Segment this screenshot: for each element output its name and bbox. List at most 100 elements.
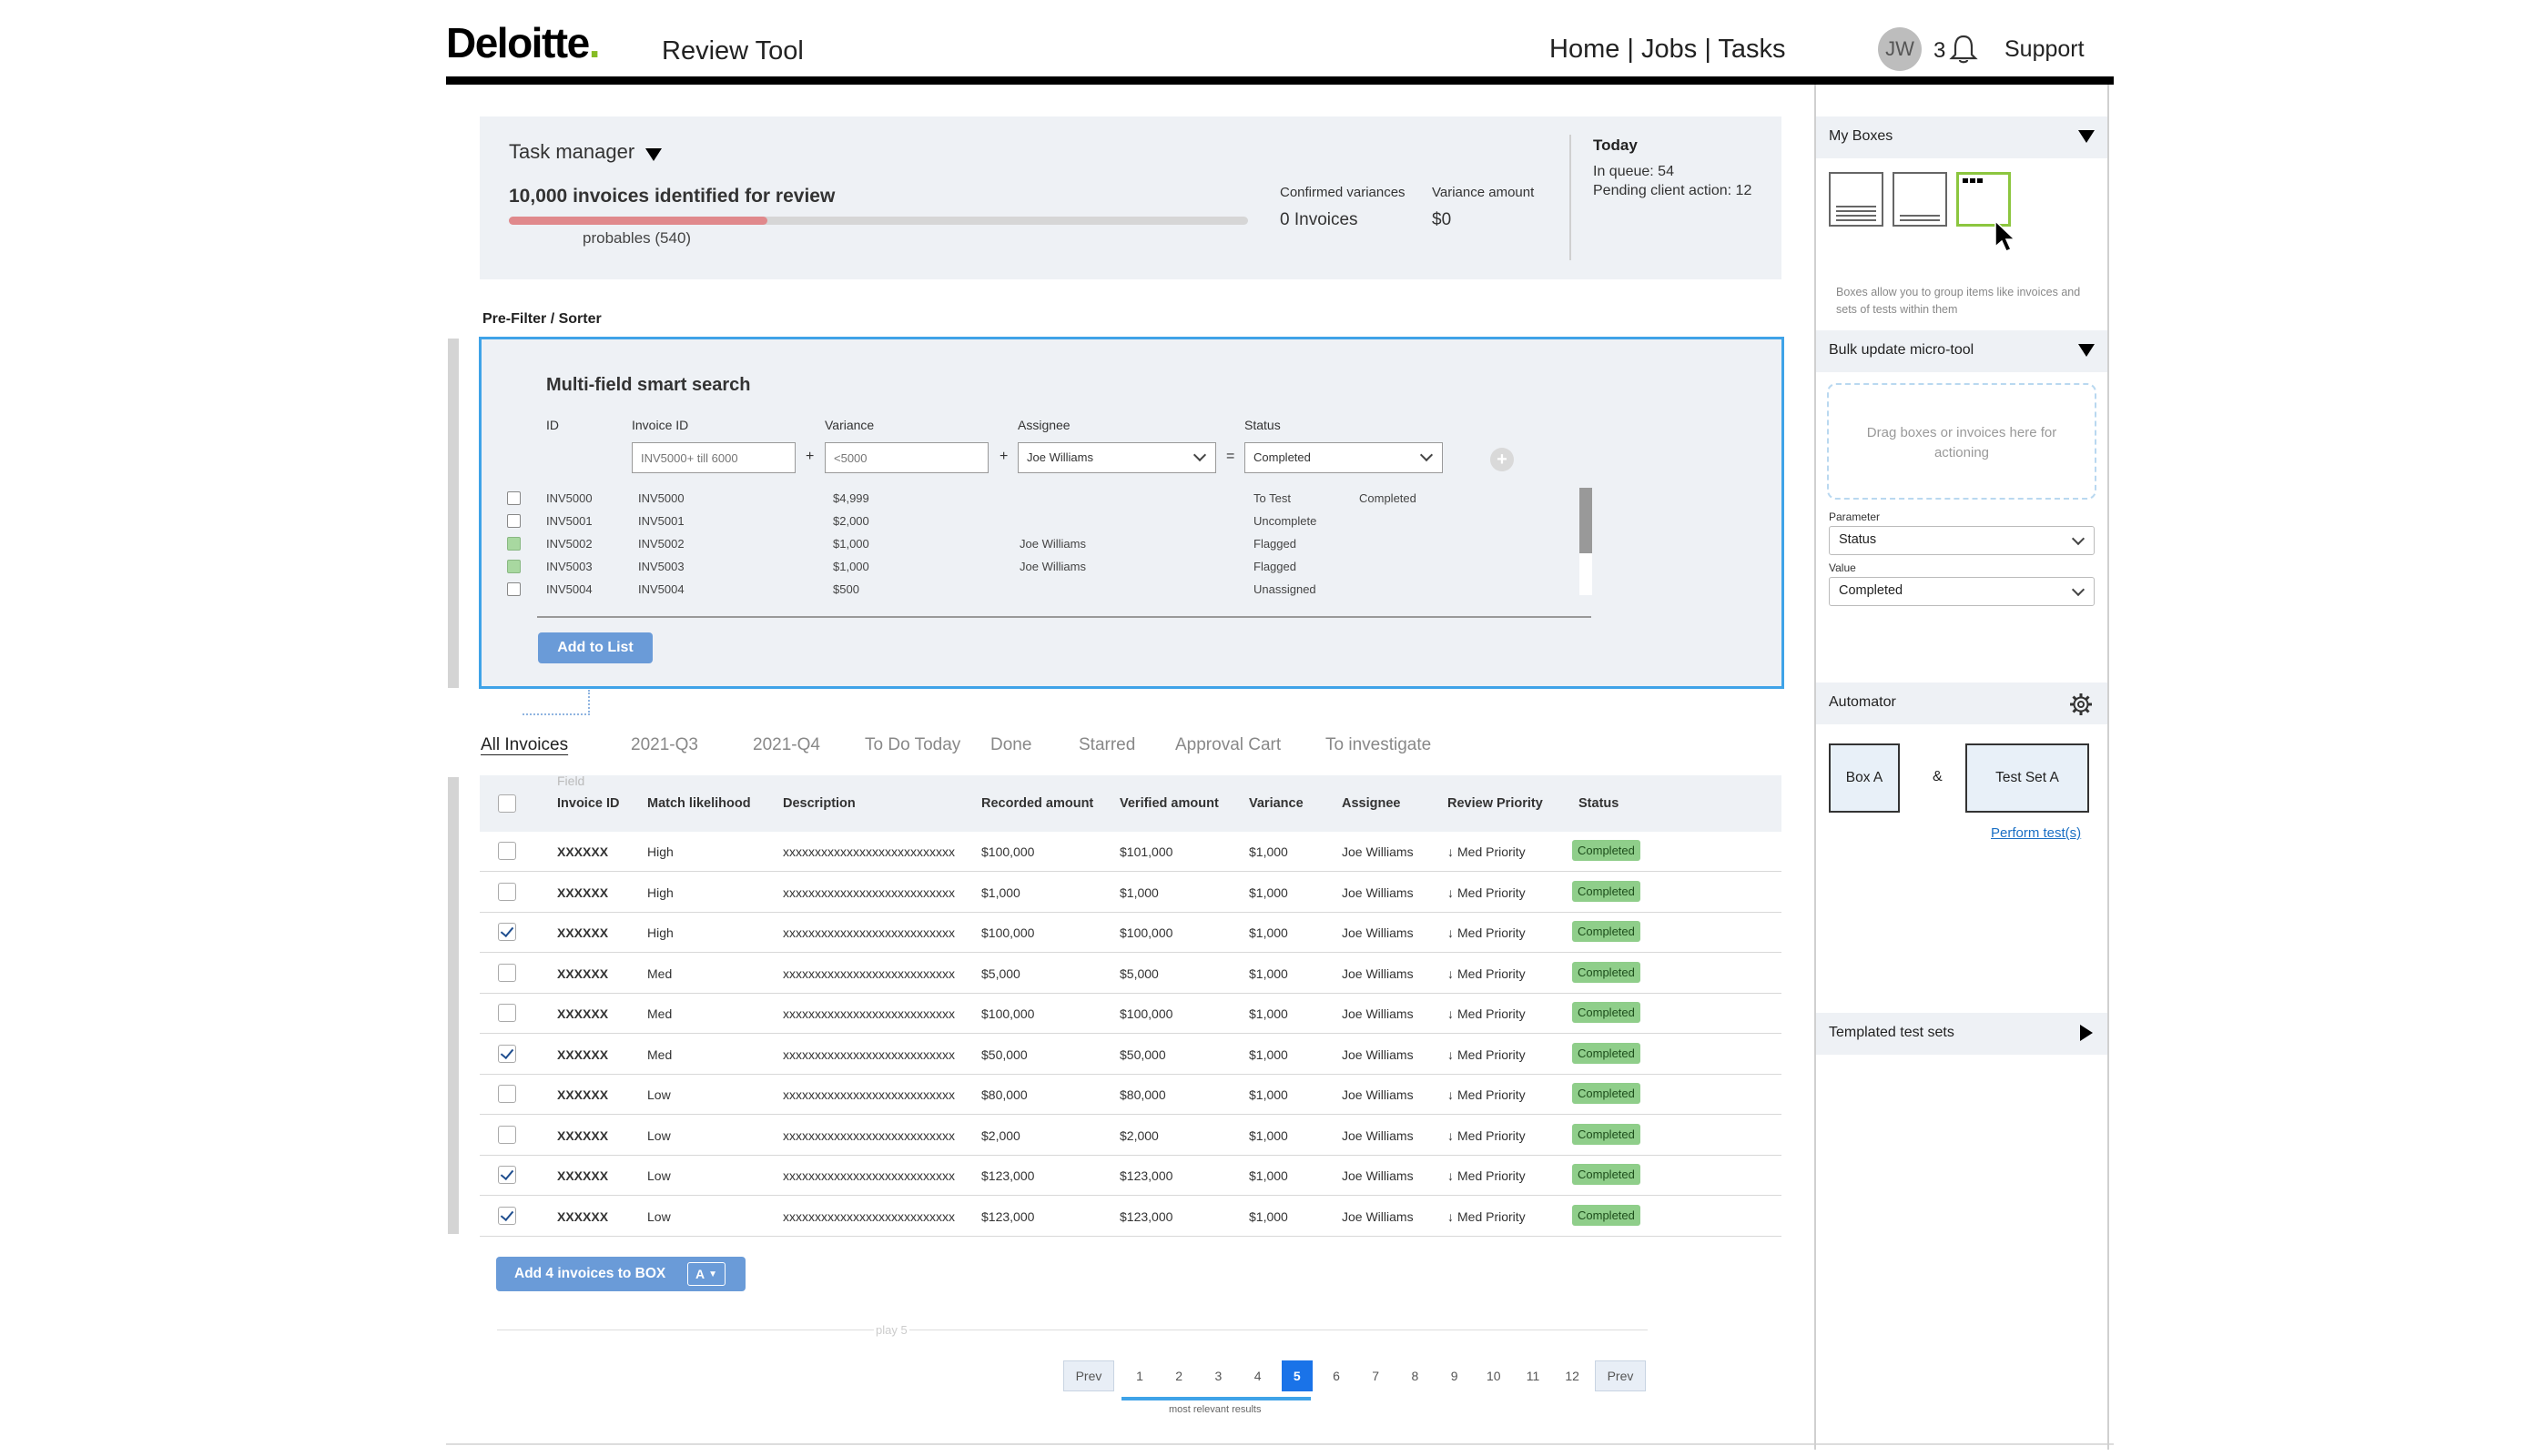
page-button[interactable]: 6 — [1321, 1360, 1352, 1391]
table-row[interactable]: XXXXXX High xxxxxxxxxxxxxxxxxxxxxxxxxxx $10… — [480, 832, 1781, 872]
tab-2021-q4[interactable]: 2021-Q4 — [753, 735, 820, 755]
page-button[interactable]: 11 — [1517, 1360, 1548, 1391]
th-verified-amount[interactable]: Verified amount — [1120, 796, 1219, 811]
add-to-box-button[interactable]: Add 4 invoices to BOX A ▼ — [496, 1257, 746, 1291]
table-row[interactable]: XXXXXX Low xxxxxxxxxxxxxxxxxxxxxxxxxxx $2,0… — [480, 1116, 1781, 1156]
box-thumbnail[interactable] — [1829, 172, 1883, 227]
result-checkbox[interactable] — [507, 537, 521, 551]
tab-to-investigate[interactable]: To investigate — [1325, 735, 1431, 755]
th-assignee[interactable]: Assignee — [1342, 796, 1400, 811]
avatar[interactable]: JW — [1878, 27, 1922, 71]
add-filter-icon[interactable]: + — [1490, 448, 1514, 471]
page-button[interactable]: 10 — [1478, 1360, 1509, 1391]
table-row[interactable]: XXXXXX Low xxxxxxxxxxxxxxxxxxxxxxxxxxx $123… — [480, 1197, 1781, 1237]
row-checkbox[interactable] — [498, 842, 516, 860]
automator-header[interactable]: Automator — [1816, 682, 2107, 724]
caret-down-icon[interactable] — [2078, 344, 2095, 357]
automator-test-set-a[interactable]: Test Set A — [1965, 743, 2089, 813]
cell-recorded-amount: $100,000 — [981, 844, 1035, 859]
table-row[interactable]: XXXXXX Low xxxxxxxxxxxxxxxxxxxxxxxxxxx $123… — [480, 1156, 1781, 1196]
perform-tests-link[interactable]: Perform test(s) — [1991, 825, 2081, 841]
tab-starred[interactable]: Starred — [1079, 735, 1135, 755]
bulk-update-header[interactable]: Bulk update micro-tool — [1816, 330, 2107, 372]
page-button[interactable]: 7 — [1360, 1360, 1391, 1391]
bell-icon[interactable] — [1948, 33, 1979, 66]
row-checkbox[interactable] — [498, 1044, 516, 1063]
search-result-row[interactable]: INV5000 INV5000 $4,999 To Test Completed — [505, 490, 1561, 510]
my-boxes-header[interactable]: My Boxes — [1816, 116, 2107, 158]
page-button[interactable]: 3 — [1203, 1360, 1233, 1391]
value-select[interactable]: Completed — [1829, 577, 2095, 606]
box-thumbnail-selected[interactable] — [1956, 172, 2011, 227]
caret-down-icon[interactable] — [645, 148, 662, 161]
search-result-row[interactable]: INV5003 INV5003 $1,000 Joe Williams Flagged — [505, 558, 1561, 578]
prev-page-button[interactable]: Prev — [1063, 1360, 1114, 1391]
add-to-list-button[interactable]: Add to List — [538, 632, 653, 663]
task-manager-title[interactable]: Task manager — [509, 140, 634, 164]
row-checkbox[interactable] — [498, 1166, 516, 1184]
invoice-id-filter-input[interactable] — [632, 442, 796, 473]
row-checkbox[interactable] — [498, 963, 516, 982]
result-checkbox[interactable] — [507, 582, 521, 596]
search-result-row[interactable]: INV5001 INV5001 $2,000 Uncomplete — [505, 512, 1561, 532]
row-checkbox[interactable] — [498, 923, 516, 941]
scrollbar-thumb[interactable] — [1579, 488, 1592, 553]
row-checkbox[interactable] — [498, 882, 516, 901]
result-checkbox[interactable] — [507, 491, 521, 505]
row-checkbox[interactable] — [498, 1125, 516, 1144]
tab-to-do-today[interactable]: To Do Today — [865, 735, 960, 755]
support-link[interactable]: Support — [2004, 36, 2085, 63]
result-checkbox[interactable] — [507, 514, 521, 528]
page-button[interactable]: 12 — [1557, 1360, 1588, 1391]
row-checkbox[interactable] — [498, 1004, 516, 1022]
box-thumbnail[interactable] — [1893, 172, 1947, 227]
page-button[interactable]: 9 — [1439, 1360, 1470, 1391]
gear-icon[interactable] — [2069, 693, 2093, 716]
table-row[interactable]: XXXXXX High xxxxxxxxxxxxxxxxxxxxxxxxxxx $1,… — [480, 873, 1781, 913]
page-button[interactable]: 2 — [1163, 1360, 1194, 1391]
variance-filter-input[interactable] — [825, 442, 989, 473]
assignee-filter-select[interactable]: Joe Williams — [1018, 442, 1216, 473]
search-result-row[interactable]: INV5004 INV5004 $500 Unassigned — [505, 581, 1561, 601]
table-row[interactable]: XXXXXX Med xxxxxxxxxxxxxxxxxxxxxxxxxxx $50,… — [480, 1035, 1781, 1075]
main-nav[interactable]: Home | Jobs | Tasks — [1549, 35, 1786, 65]
table-row[interactable]: XXXXXX Med xxxxxxxxxxxxxxxxxxxxxxxxxxx $5,0… — [480, 954, 1781, 994]
status-filter-select[interactable]: Completed — [1244, 442, 1443, 473]
row-checkbox[interactable] — [498, 1206, 516, 1225]
page-button[interactable]: 8 — [1399, 1360, 1430, 1391]
th-recorded-amount[interactable]: Recorded amount — [981, 796, 1093, 811]
search-result-row[interactable]: INV5002 INV5002 $1,000 Joe Williams Flagged — [505, 535, 1561, 555]
tab-done[interactable]: Done — [990, 735, 1031, 755]
row-checkbox[interactable] — [498, 1085, 516, 1103]
priority-label: Med Priority — [1457, 885, 1526, 900]
next-page-button[interactable]: Prev — [1595, 1360, 1646, 1391]
templated-test-sets-header[interactable]: Templated test sets — [1816, 1013, 2107, 1055]
table-row[interactable]: XXXXXX Low xxxxxxxxxxxxxxxxxxxxxxxxxxx $80,… — [480, 1075, 1781, 1115]
table-row[interactable]: XXXXXX Med xxxxxxxxxxxxxxxxxxxxxxxxxxx $100… — [480, 994, 1781, 1034]
caret-down-icon[interactable] — [2078, 130, 2095, 143]
select-all-checkbox[interactable] — [498, 794, 516, 813]
results-scrollbar[interactable] — [1579, 488, 1592, 595]
th-description[interactable]: Description — [783, 796, 856, 811]
box-picker[interactable]: A ▼ — [687, 1262, 726, 1286]
parameter-select[interactable]: Status — [1829, 526, 2095, 555]
caret-right-icon[interactable] — [2080, 1025, 2093, 1041]
result-checkbox[interactable] — [507, 560, 521, 573]
tab-2021-q3[interactable]: 2021-Q3 — [631, 735, 698, 755]
deloitte-logo[interactable]: Deloitte. — [446, 18, 601, 67]
status-badge: Completed — [1572, 961, 1640, 983]
page-button[interactable]: 1 — [1124, 1360, 1155, 1391]
tab-all-invoices[interactable]: All Invoices — [481, 735, 568, 755]
th-status[interactable]: Status — [1578, 796, 1619, 811]
page-button-current[interactable]: 5 — [1281, 1360, 1313, 1391]
tab-approval-cart[interactable]: Approval Cart — [1175, 735, 1281, 755]
th-variance[interactable]: Variance — [1249, 796, 1304, 811]
bulk-drop-zone[interactable]: Drag boxes or invoices here for actionin… — [1827, 383, 2096, 500]
th-match-likelihood[interactable]: Match likelihood — [647, 796, 751, 811]
automator-box-a[interactable]: Box A — [1829, 743, 1900, 813]
page-button[interactable]: 4 — [1243, 1360, 1274, 1391]
cell-verified-amount: $5,000 — [1120, 966, 1159, 981]
th-review-priority[interactable]: Review Priority — [1447, 796, 1543, 811]
table-row[interactable]: XXXXXX High xxxxxxxxxxxxxxxxxxxxxxxxxxx $10… — [480, 913, 1781, 953]
th-invoice-id[interactable]: Invoice ID — [557, 796, 620, 811]
